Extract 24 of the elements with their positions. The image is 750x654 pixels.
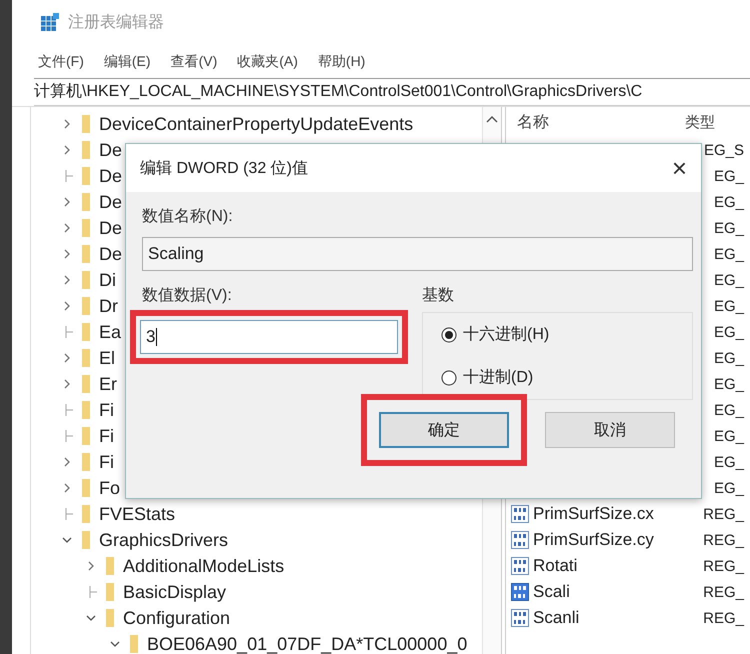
value-type: EG_	[714, 480, 746, 496]
value-type: REG_	[703, 610, 746, 626]
window-title: 注册表编辑器	[68, 12, 164, 32]
value-type: EG_S	[704, 142, 745, 158]
field-label: 数值数据(V):	[142, 286, 233, 306]
value-type: REG_	[703, 558, 746, 574]
dialog-title: 编辑 DWORD (32 位)值	[140, 158, 308, 178]
value-type: EG_	[714, 428, 746, 444]
value-type: EG_	[714, 324, 746, 340]
value-type: REG_	[703, 584, 746, 600]
value-type: EG_	[714, 272, 746, 288]
value-type: EG_	[714, 220, 746, 236]
value-type: REG_	[703, 532, 746, 548]
value-type: EG_	[714, 168, 746, 184]
value-type: EG_	[714, 454, 746, 470]
value-type: EG_	[714, 402, 746, 418]
group-label: 基数	[422, 286, 455, 306]
value-type: EG_	[714, 376, 746, 392]
field-label: 数值名称(N):	[142, 207, 234, 227]
value-type: EG_	[714, 298, 746, 314]
value-type: EG_	[714, 350, 746, 366]
value-type: REG_	[703, 506, 746, 522]
value-type: EG_	[714, 194, 746, 210]
value-type: EG_	[714, 246, 746, 262]
